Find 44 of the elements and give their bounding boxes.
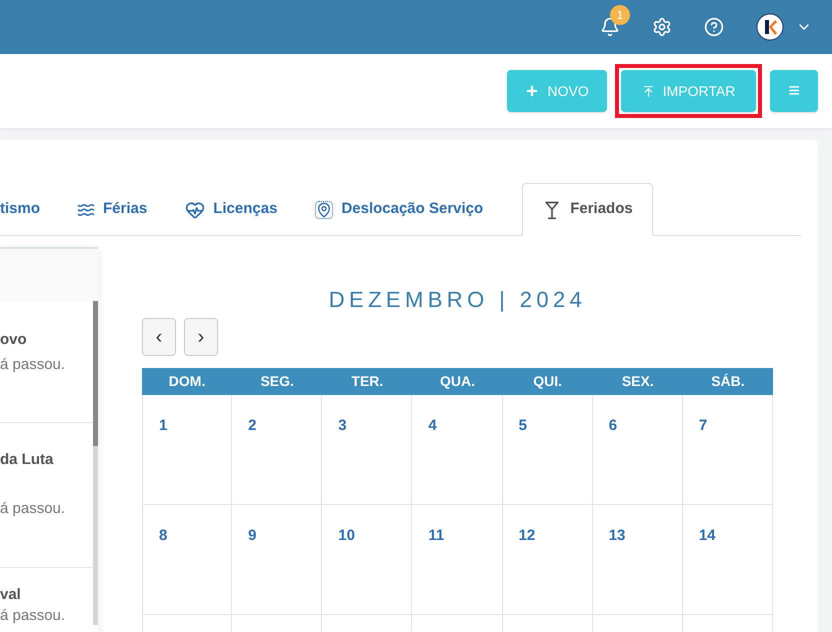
weekday-label: DOM. [168, 372, 206, 391]
day-cell[interactable]: 8 [142, 505, 232, 615]
tab[interactable]: Férias [58, 183, 166, 236]
avatar-logo-icon[interactable] [756, 13, 784, 41]
weekday-label: QUI. [532, 372, 564, 391]
holiday-title[interactable]: val [0, 584, 21, 606]
day-cell[interactable]: 5 [502, 395, 593, 505]
tab[interactable]: Deslocação Serviço [296, 183, 502, 236]
day-cell[interactable]: 2 [232, 395, 322, 505]
day-cell[interactable]: 6 [592, 395, 683, 505]
plus-icon [525, 84, 540, 98]
holiday-note: á passou. [0, 354, 66, 374]
settings-icon[interactable] [652, 17, 672, 37]
calendar-title: DEZEMBRO | 2024 [328, 286, 586, 314]
day-cell[interactable]: 1 [142, 395, 232, 505]
day-cell[interactable]: 4 [412, 395, 503, 505]
day-cell[interactable]: 11 [412, 505, 503, 615]
upload-icon [642, 84, 655, 98]
weekday-label: SÁB. [710, 372, 746, 391]
notification-bell-icon[interactable] [600, 17, 620, 37]
day-cell[interactable]: 12 [502, 505, 593, 615]
previous-month-button[interactable]: ‹ [142, 318, 176, 356]
tab[interactable]: Feriados [522, 183, 653, 236]
weekday-label: SEG. [259, 372, 295, 391]
holiday-note: á passou. [0, 606, 66, 624]
help-icon[interactable] [704, 17, 724, 37]
notification-count-badge: 1 [610, 5, 630, 25]
day-cell[interactable]: 14 [682, 505, 773, 615]
next-month-button[interactable]: › [184, 318, 218, 356]
heart-pulse-icon [185, 200, 206, 220]
holiday-note: á passou. [0, 498, 66, 518]
weekday-label: TER. [350, 372, 384, 391]
route-pin-icon [315, 200, 334, 218]
tab[interactable]: tismo [0, 183, 58, 236]
day-cell[interactable]: 10 [322, 505, 412, 615]
day-cell[interactable]: 3 [322, 395, 412, 505]
day-cell[interactable]: 13 [592, 505, 683, 615]
day-cell[interactable]: 7 [682, 395, 773, 505]
day-cell[interactable]: 9 [232, 505, 322, 615]
holiday-title[interactable]: da Luta [0, 449, 54, 472]
weekday-label: SEX. [620, 372, 655, 391]
holiday-title[interactable]: ovo [0, 329, 27, 352]
weekday-label: QUA. [438, 372, 476, 391]
tab[interactable]: Licenças [166, 183, 296, 236]
